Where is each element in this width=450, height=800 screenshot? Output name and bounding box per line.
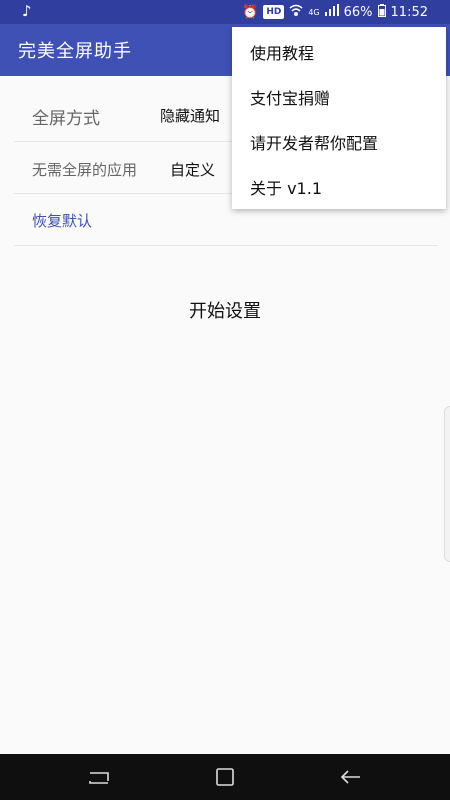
navigation-bar <box>0 754 450 800</box>
menu-item-about[interactable]: 关于 v1.1 <box>232 164 446 209</box>
start-setup-button[interactable]: 开始设置 <box>0 294 450 326</box>
menu-item-tutorial[interactable]: 使用教程 <box>232 29 446 74</box>
hd-badge: HD <box>263 5 285 19</box>
clock: 11:52 <box>390 4 428 20</box>
wifi-icon <box>289 4 303 20</box>
edge-panel-handle[interactable] <box>444 406 450 562</box>
status-bar: ♪ ⏰ HD 4G 66% 11:52 <box>0 0 450 24</box>
battery-percent: 66% <box>343 4 373 20</box>
alarm-icon: ⏰ <box>242 4 259 20</box>
battery-icon <box>377 3 386 21</box>
menu-item-developer-config[interactable]: 请开发者帮你配置 <box>232 119 446 164</box>
network-type: 4G <box>308 7 320 17</box>
restore-default-link[interactable]: 恢复默认 <box>32 210 92 231</box>
back-icon[interactable] <box>336 764 366 790</box>
excluded-apps-value: 自定义 <box>170 161 216 179</box>
home-icon[interactable] <box>210 764 240 790</box>
music-note-icon: ♪ <box>22 2 32 20</box>
signal-icon <box>324 4 339 20</box>
screen: ♪ ⏰ HD 4G 66% 11:52 完美全屏助手 全屏方式 隐藏通知 无需全… <box>0 0 450 800</box>
overflow-menu: 使用教程 支付宝捐赠 请开发者帮你配置 关于 v1.1 <box>232 27 446 209</box>
fullscreen-mode-value: 隐藏通知 <box>160 107 221 125</box>
excluded-apps-label: 无需全屏的应用 <box>32 161 138 179</box>
app-title: 完美全屏助手 <box>18 41 132 62</box>
fullscreen-mode-label: 全屏方式 <box>32 109 100 129</box>
recent-apps-icon[interactable] <box>84 764 114 790</box>
status-icons: ⏰ HD 4G 66% 11:52 <box>242 0 428 24</box>
menu-item-alipay-donate[interactable]: 支付宝捐赠 <box>232 74 446 119</box>
